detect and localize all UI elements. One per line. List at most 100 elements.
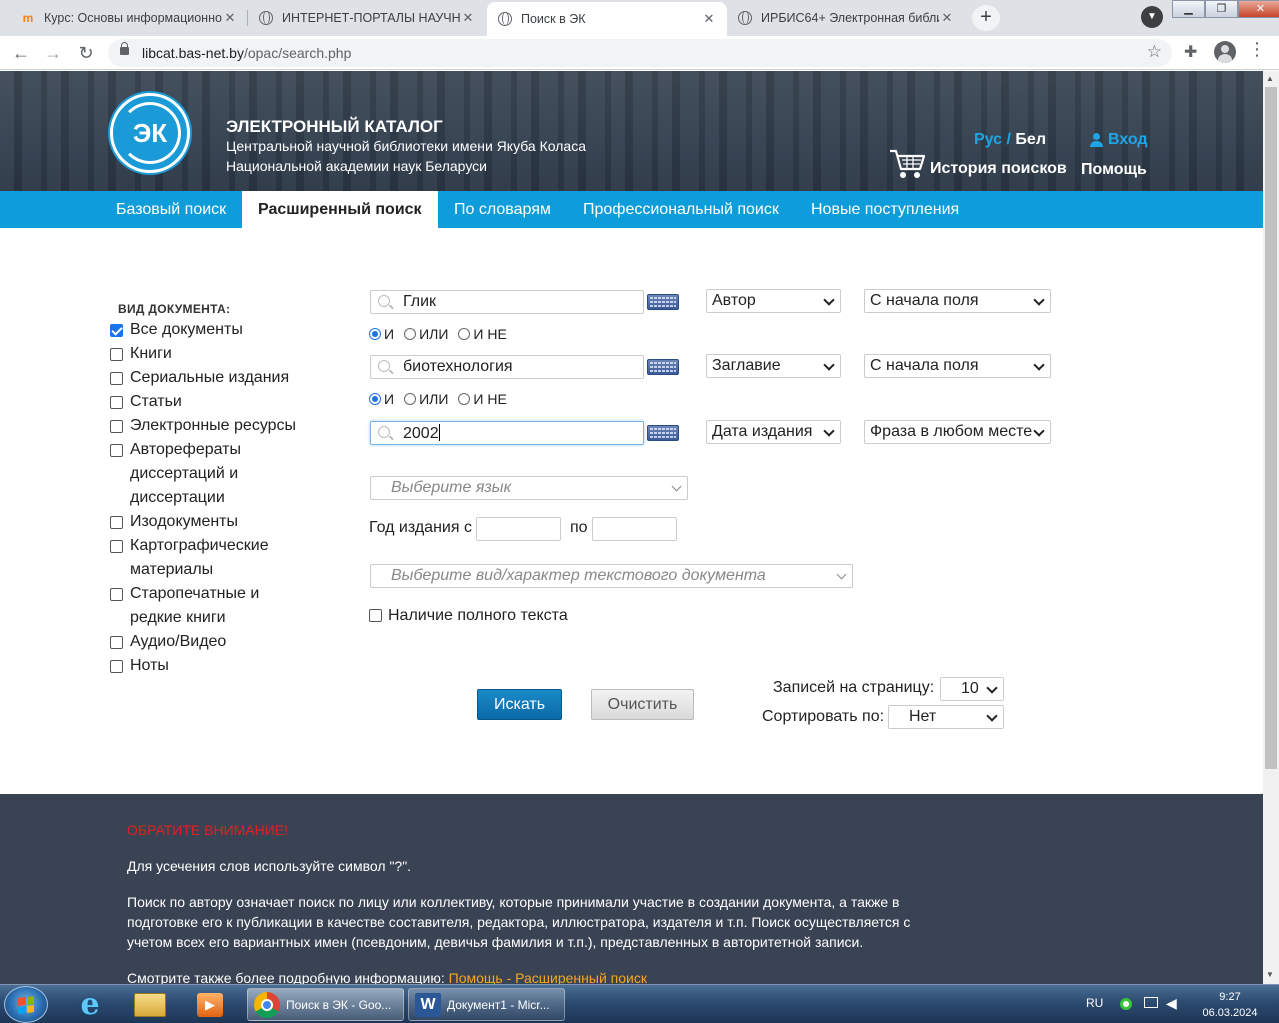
checkbox[interactable] [110, 636, 123, 649]
close-tab-icon[interactable]: ✕ [222, 10, 238, 26]
main-nav: Базовый поиск Расширенный поиск По слова… [0, 191, 1263, 228]
search-term-input[interactable]: Глик [370, 290, 644, 314]
menu-kebab-icon[interactable]: ⋮ [1248, 40, 1266, 58]
sync-status-icon[interactable] [1120, 998, 1132, 1010]
checkbox[interactable] [110, 324, 123, 337]
search-mode-select[interactable]: Фраза в любом месте [864, 420, 1051, 444]
media-player-icon[interactable]: ▶ [184, 988, 236, 1021]
forward-icon[interactable]: → [41, 41, 65, 65]
doc-kind-select[interactable]: Выберите вид/характер текстового докумен… [370, 564, 853, 588]
close-tab-icon[interactable]: ✕ [939, 10, 955, 26]
checkbox[interactable] [110, 420, 123, 433]
network-icon[interactable] [1144, 997, 1158, 1008]
search-term-input[interactable]: 2002 [370, 421, 644, 445]
lock-icon[interactable] [120, 42, 129, 55]
lang-by-link[interactable]: Бел [1011, 131, 1046, 148]
tab-professional-search[interactable]: Профессиональный поиск [567, 191, 795, 228]
browser-tab[interactable]: ИНТЕРНЕТ-ПОРТАЛЫ НАУЧНЫХ ✕ [248, 2, 486, 34]
system-clock[interactable]: 9:27 06.03.2024 [1190, 989, 1270, 1021]
checkbox[interactable] [110, 372, 123, 385]
search-field-select[interactable]: Дата издания [706, 420, 841, 444]
tab-new-arrivals[interactable]: Новые поступления [795, 191, 975, 228]
checkbox[interactable] [110, 588, 123, 601]
logic-not-option[interactable]: И НЕ [458, 391, 507, 407]
profile-avatar-icon[interactable] [1214, 41, 1236, 63]
globe-icon [497, 11, 513, 27]
footer-author-search-info: Поиск по автору означает поиск по лицу и… [127, 894, 911, 950]
logic-and-option[interactable]: И [369, 391, 394, 407]
volume-muted-icon[interactable]: ◀ [1166, 995, 1177, 1012]
checkbox[interactable] [110, 444, 123, 457]
taskbar-word-app[interactable]: W Документ1 - Micr... [408, 988, 565, 1021]
checkbox[interactable] [110, 348, 123, 361]
checkbox[interactable] [110, 396, 123, 409]
back-icon[interactable]: ← [9, 41, 33, 65]
new-tab-button[interactable]: + [972, 5, 1000, 31]
help-advanced-search-link[interactable]: Помощь - Расширенный поиск [449, 970, 647, 984]
radio[interactable] [404, 328, 417, 340]
option-label: И [384, 326, 395, 342]
language-select[interactable]: Выберите язык [370, 476, 688, 500]
checkbox[interactable] [110, 516, 123, 529]
checkbox[interactable] [110, 540, 123, 553]
tab-advanced-search[interactable]: Расширенный поиск [242, 191, 438, 228]
year-to-label: по [570, 519, 588, 536]
bookmark-star-icon[interactable]: ☆ [1147, 42, 1162, 62]
virtual-keyboard-icon[interactable] [647, 294, 679, 310]
radio[interactable] [404, 393, 417, 405]
checkbox[interactable] [110, 660, 123, 673]
close-tab-icon[interactable]: ✕ [460, 10, 476, 26]
browser-tab[interactable]: ИРБИС64+ Электронная библио ✕ [727, 2, 965, 34]
browser-tab-active[interactable]: Поиск в ЭК ✕ [487, 2, 727, 36]
logic-or-option[interactable]: ИЛИ [404, 326, 448, 342]
file-explorer-icon[interactable] [124, 988, 176, 1021]
search-field-select[interactable]: Заглавие [706, 354, 841, 378]
year-to-input[interactable] [592, 517, 677, 541]
close-window-button[interactable]: ✕ [1238, 0, 1279, 18]
logic-and-option[interactable]: И [369, 326, 394, 342]
fulltext-checkbox[interactable] [369, 609, 382, 622]
logic-not-option[interactable]: И НЕ [458, 326, 507, 342]
browser-tab[interactable]: m Курс: Основы информационной ✕ [10, 2, 248, 34]
extensions-icon[interactable]: ✚ [1184, 42, 1197, 62]
radio[interactable] [369, 393, 381, 405]
radio[interactable] [369, 328, 381, 340]
doc-type-label: Старопечатные и редкие книги [130, 585, 260, 626]
help-link[interactable]: Помощь [1081, 161, 1147, 179]
tab-dictionary-search[interactable]: По словарям [438, 191, 567, 228]
year-from-input[interactable] [476, 517, 561, 541]
virtual-keyboard-icon[interactable] [647, 425, 679, 441]
catalog-logo[interactable]: ЭК [110, 93, 190, 173]
lang-ru-link[interactable]: Рус [974, 131, 1002, 148]
taskbar-chrome-app[interactable]: Поиск в ЭК - Goo... [247, 988, 404, 1021]
url-field[interactable]: libcat.bas-net.by/opac/search.php ☆ [108, 39, 1172, 67]
scrollbar-thumb[interactable] [1265, 87, 1277, 769]
tab-basic-search[interactable]: Базовый поиск [100, 191, 242, 228]
internet-explorer-icon[interactable]: e [64, 987, 116, 1022]
scroll-down-icon[interactable]: ▼ [1266, 970, 1274, 979]
sort-select[interactable]: Нет [888, 705, 1004, 729]
tab-title: ИРБИС64+ Электронная библио [761, 11, 939, 25]
logic-or-option[interactable]: ИЛИ [404, 391, 448, 407]
scroll-up-icon[interactable]: ▲ [1266, 74, 1274, 83]
clear-button[interactable]: Очистить [591, 689, 694, 720]
search-mode-select[interactable]: С начала поля [864, 289, 1051, 313]
search-mode-select[interactable]: С начала поля [864, 354, 1051, 378]
login-link[interactable]: Вход [1090, 131, 1148, 149]
close-tab-icon[interactable]: ✕ [701, 11, 717, 27]
reload-icon[interactable]: ↻ [74, 41, 98, 65]
search-term-input[interactable]: биотехнология [370, 355, 644, 379]
search-field-select[interactable]: Автор [706, 289, 841, 313]
start-button[interactable] [4, 986, 48, 1023]
input-language-indicator[interactable]: RU [1086, 996, 1103, 1010]
radio[interactable] [458, 393, 471, 405]
page-scrollbar[interactable]: ▲ ▼ [1263, 71, 1279, 984]
search-history-link[interactable]: История поисков [888, 147, 1067, 181]
virtual-keyboard-icon[interactable] [647, 359, 679, 375]
search-button[interactable]: Искать [477, 689, 562, 720]
minimize-button[interactable]: ▁ [1172, 0, 1205, 18]
maximize-button[interactable]: ❐ [1205, 0, 1238, 18]
per-page-select[interactable]: 10 [940, 677, 1004, 701]
tab-search-icon[interactable]: ▼ [1141, 6, 1163, 28]
radio[interactable] [458, 328, 471, 340]
